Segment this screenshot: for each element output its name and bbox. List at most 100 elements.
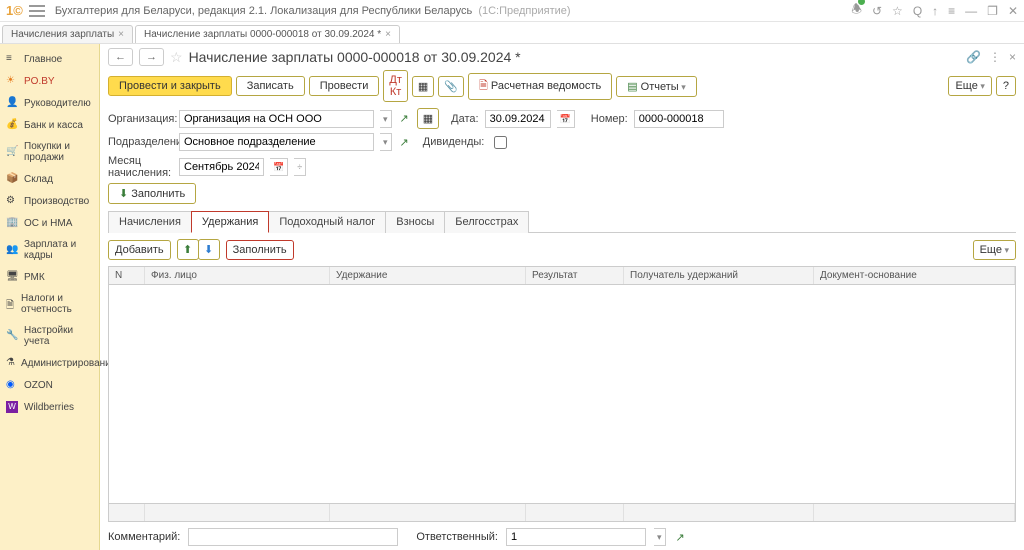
dropdown-icon[interactable]: ▾ xyxy=(654,528,666,546)
tab-document[interactable]: Начисление зарплаты 0000-000018 от 30.09… xyxy=(135,25,400,43)
fill-doc-button[interactable]: ⬇ Заполнить xyxy=(108,183,196,204)
tab-list[interactable]: Начисления зарплаты× xyxy=(2,25,133,43)
forward-button[interactable]: → xyxy=(139,48,164,66)
more-button[interactable]: Еще xyxy=(948,76,991,96)
date-label: Дата: xyxy=(451,113,478,125)
number-input[interactable] xyxy=(634,110,724,128)
month-input[interactable] xyxy=(179,158,264,176)
open-icon[interactable]: ↗ xyxy=(398,112,411,125)
sidebar-item-settings[interactable]: 🔧Настройки учета xyxy=(0,320,99,352)
structure-icon[interactable]: ▦ xyxy=(412,76,434,97)
calendar-icon[interactable]: 📅 xyxy=(557,110,575,128)
reports-button[interactable]: ▤ Отчеты xyxy=(616,76,697,97)
titlebar-actions: 🕭 ↺ ☆ Q ↑ ≡ — ❐ ✕ xyxy=(851,0,1018,21)
col-result[interactable]: Результат xyxy=(526,267,624,284)
subtab-accruals[interactable]: Начисления xyxy=(108,211,192,233)
sidebar-item-rmk[interactable]: 🖥РМК xyxy=(0,266,99,288)
move-down-icon[interactable]: ⬇ xyxy=(198,239,220,260)
dividends-checkbox[interactable] xyxy=(494,136,507,149)
close-doc-icon[interactable]: × xyxy=(1009,50,1016,64)
home-icon: ≡ xyxy=(6,53,18,65)
sidebar-item-salary[interactable]: 👥Зарплата и кадры xyxy=(0,234,99,266)
movements-icon[interactable]: ДтКт xyxy=(383,70,408,102)
close-window-icon[interactable]: ✕ xyxy=(1008,4,1018,18)
building-icon: 🏢 xyxy=(6,217,18,229)
org-action-icon[interactable]: ▦ xyxy=(417,108,439,129)
division-label: Подразделение: xyxy=(108,136,173,148)
division-input[interactable] xyxy=(179,133,374,151)
comment-input[interactable] xyxy=(188,528,398,546)
people-icon: 👥 xyxy=(6,244,18,256)
bank-icon: 💰 xyxy=(6,119,18,131)
sidebar-item-production[interactable]: ⚙Производство xyxy=(0,190,99,212)
document-toolbar: Провести и закрыть Записать Провести ДтК… xyxy=(108,70,1016,102)
sidebar-item-main[interactable]: ≡Главное xyxy=(0,48,99,70)
history-icon[interactable]: ↺ xyxy=(872,4,882,18)
sidebar-item-assets[interactable]: 🏢ОС и НМА xyxy=(0,212,99,234)
dropdown-icon[interactable]: ▾ xyxy=(380,110,392,128)
main-area: ← → ☆ Начисление зарплаты 0000-000018 от… xyxy=(100,44,1024,550)
menu2-icon[interactable]: ≡ xyxy=(948,4,955,18)
col-person[interactable]: Физ. лицо xyxy=(145,267,330,284)
subtab-contributions[interactable]: Взносы xyxy=(385,211,445,233)
sidebar-item-admin[interactable]: ⚗Администрирование xyxy=(0,352,99,374)
help-button[interactable]: ? xyxy=(996,76,1016,96)
number-label: Номер: xyxy=(591,113,628,125)
comment-label: Комментарий: xyxy=(108,531,180,543)
dropdown-icon[interactable]: ▾ xyxy=(380,133,392,151)
sidebar-item-ozon[interactable]: ◉OZON xyxy=(0,374,99,396)
pos-icon: 🖥 xyxy=(6,271,18,283)
subtab-belgosstrakh[interactable]: Белгосстрах xyxy=(444,211,529,233)
open-icon[interactable]: ↗ xyxy=(398,136,411,149)
sidebar-item-bank[interactable]: 💰Банк и касса xyxy=(0,114,99,136)
sidebar-item-trade[interactable]: 🛒Покупки и продажи xyxy=(0,136,99,168)
subtabs: Начисления Удержания Подоходный налог Вз… xyxy=(108,210,1016,233)
sort-icon[interactable]: ↑ xyxy=(932,4,938,18)
add-row-button[interactable]: Добавить xyxy=(108,240,171,260)
maximize-icon[interactable]: ❐ xyxy=(987,4,998,18)
sidebar-item-wb[interactable]: WWildberries xyxy=(0,396,99,418)
admin-icon: ⚗ xyxy=(6,357,15,369)
subtab-income-tax[interactable]: Подоходный налог xyxy=(268,211,386,233)
menu-icon[interactable] xyxy=(29,5,45,17)
responsible-input[interactable] xyxy=(506,528,646,546)
date-input[interactable] xyxy=(485,110,551,128)
table-body[interactable] xyxy=(109,285,1015,503)
star-icon[interactable]: ☆ xyxy=(170,49,183,66)
post-and-close-button[interactable]: Провести и закрыть xyxy=(108,76,232,96)
minimize-icon[interactable]: — xyxy=(965,4,977,18)
bell-icon[interactable]: 🕭 xyxy=(851,0,862,21)
close-icon[interactable]: × xyxy=(118,29,124,40)
link-icon[interactable]: 🔗 xyxy=(966,50,981,64)
col-deduction[interactable]: Удержание xyxy=(330,267,526,284)
search-icon[interactable]: Q xyxy=(913,4,922,18)
col-n[interactable]: N xyxy=(109,267,145,284)
post-button[interactable]: Провести xyxy=(309,76,380,96)
grid-more-button[interactable]: Еще xyxy=(973,240,1016,260)
subtab-deductions[interactable]: Удержания xyxy=(191,211,269,233)
org-label: Организация: xyxy=(108,113,173,125)
write-button[interactable]: Записать xyxy=(236,76,305,96)
open-icon[interactable]: ↗ xyxy=(674,531,687,544)
back-button[interactable]: ← xyxy=(108,48,133,66)
month-label: Месяц начисления: xyxy=(108,155,173,179)
sidebar-item-poby[interactable]: ☀PO.BY xyxy=(0,70,99,92)
favorite-icon[interactable]: ☆ xyxy=(892,4,903,18)
org-input[interactable] xyxy=(179,110,374,128)
payslip-button[interactable]: 🗎 Расчетная ведомость xyxy=(468,73,612,100)
more-icon[interactable]: ⋮ xyxy=(989,50,1001,64)
deductions-table[interactable]: N Физ. лицо Удержание Результат Получате… xyxy=(108,266,1016,522)
tax-icon: 🗎 xyxy=(6,298,15,310)
close-icon[interactable]: × xyxy=(385,29,391,40)
attach-icon[interactable]: 📎 xyxy=(438,76,464,97)
col-basis[interactable]: Документ-основание xyxy=(814,267,1015,284)
sidebar-item-stock[interactable]: 📦Склад xyxy=(0,168,99,190)
fill-grid-button[interactable]: Заполнить xyxy=(226,240,294,260)
move-up-icon[interactable]: ⬆ xyxy=(177,239,199,260)
col-recipient[interactable]: Получатель удержаний xyxy=(624,267,814,284)
stepper-icon[interactable]: ÷ xyxy=(294,158,306,176)
sidebar-item-manager[interactable]: 👤Руководителю xyxy=(0,92,99,114)
app-title: Бухгалтерия для Беларуси, редакция 2.1. … xyxy=(55,5,851,17)
calendar-icon[interactable]: 📅 xyxy=(270,158,288,176)
sidebar-item-tax[interactable]: 🗎Налоги и отчетность xyxy=(0,288,99,320)
